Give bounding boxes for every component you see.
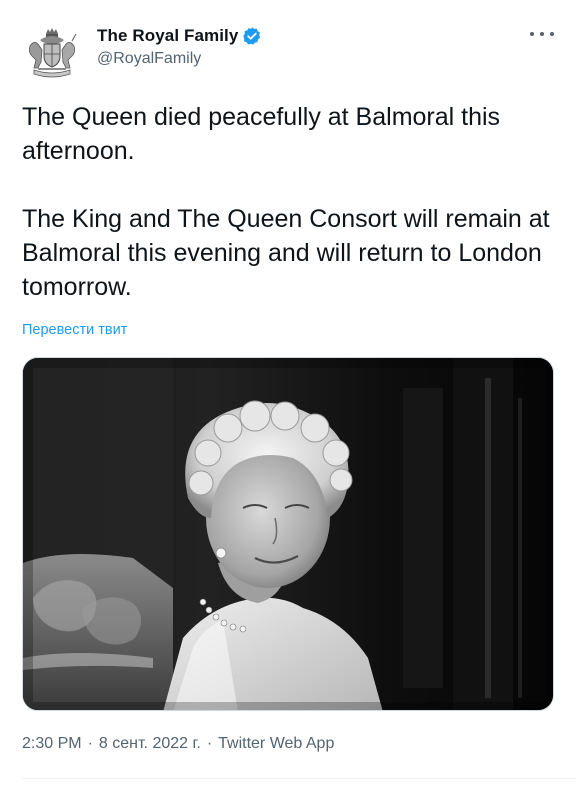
tweet-source[interactable]: Twitter Web App (218, 735, 334, 753)
divider (22, 778, 576, 779)
tweet-time[interactable]: 2:30 PM (22, 735, 82, 753)
tweet-media-photo[interactable] (22, 357, 554, 711)
more-dot (530, 32, 534, 36)
royal-coat-of-arms-icon (28, 28, 77, 78)
more-dot (540, 32, 544, 36)
author-block: The Royal Family @RoyalFamily (97, 24, 262, 68)
tweet-date[interactable]: 8 сент. 2022 г. (99, 735, 201, 753)
tweet-meta: 2:30 PM · 8 сент. 2022 г. · Twitter Web … (22, 735, 334, 753)
author-handle[interactable]: @RoyalFamily (97, 50, 262, 68)
meta-separator: · (87, 735, 93, 752)
author-name-row: The Royal Family (97, 24, 262, 48)
meta-separator: · (206, 735, 213, 752)
tweet-paragraph-2: The King and The Queen Consort will rema… (22, 205, 550, 301)
avatar[interactable] (20, 20, 84, 84)
more-options-icon[interactable] (530, 24, 554, 44)
tweet-paragraph-1: The Queen died peacefully at Balmoral th… (22, 103, 501, 165)
author-display-name[interactable]: The Royal Family (97, 26, 238, 46)
tweet-card: The Royal Family @RoyalFamily The Queen … (0, 0, 576, 786)
translate-tweet-link[interactable]: Перевести твит (22, 322, 127, 338)
tweet-text: The Queen died peacefully at Balmoral th… (22, 100, 558, 304)
verified-badge-icon (243, 27, 261, 45)
portrait-photo (23, 358, 553, 710)
more-dot (550, 32, 554, 36)
